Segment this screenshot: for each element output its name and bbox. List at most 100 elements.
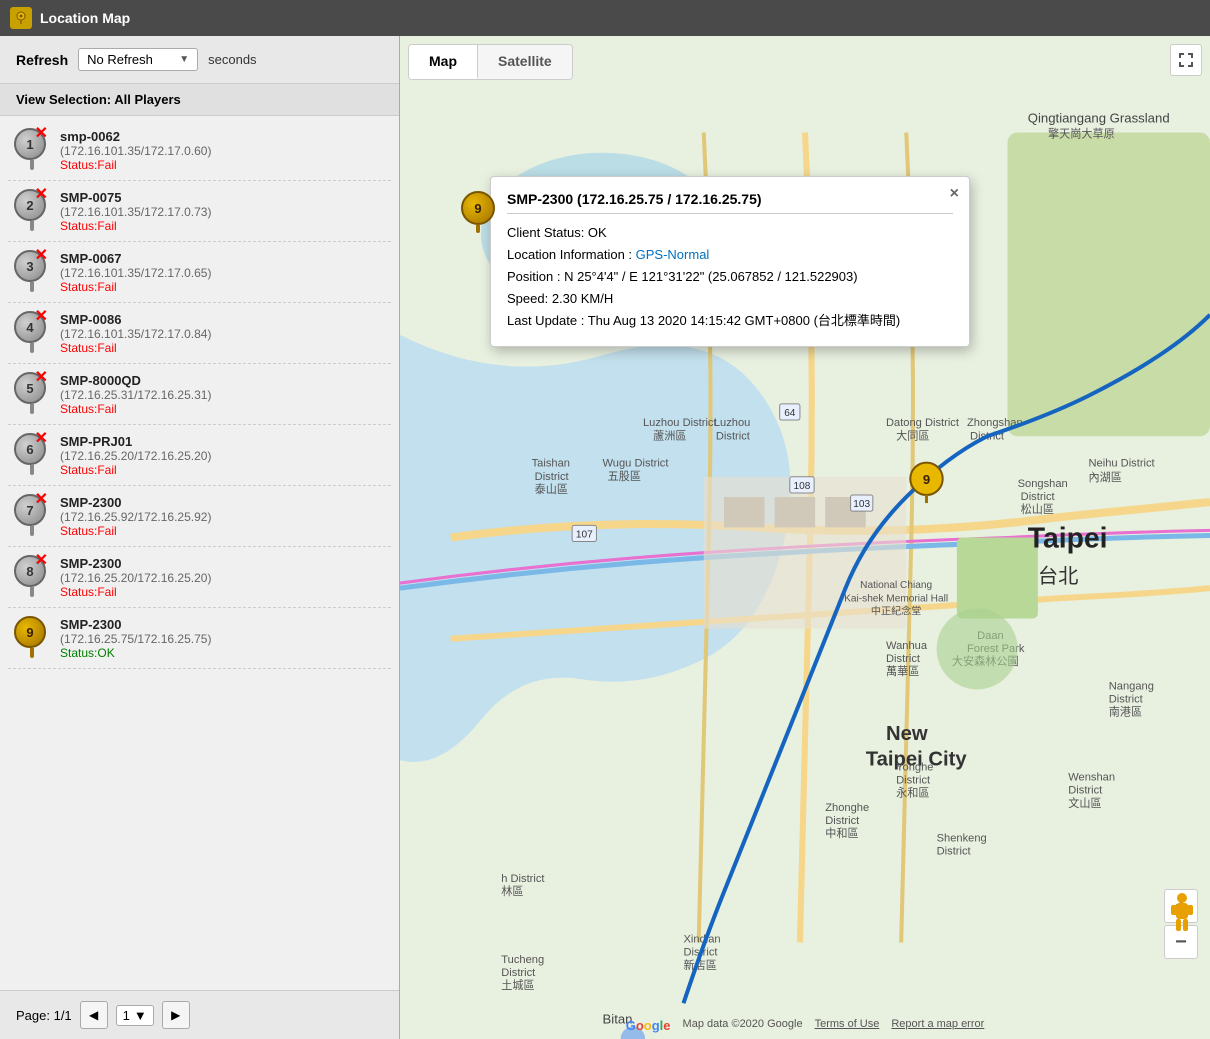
- player-item[interactable]: 1✕smp-0062(172.16.101.35/172.17.0.60)Sta…: [8, 120, 391, 181]
- svg-text:Zhonghe: Zhonghe: [825, 802, 869, 814]
- pin-body: 3✕: [14, 250, 46, 282]
- pin-container: 8✕: [14, 555, 50, 599]
- popup-close-button[interactable]: ×: [950, 185, 959, 203]
- player-status: Status:Fail: [60, 402, 385, 416]
- player-status: Status:Fail: [60, 158, 385, 172]
- player-item[interactable]: 8✕SMP-2300(172.16.25.20/172.16.25.20)Sta…: [8, 547, 391, 608]
- pin-body: 1✕: [14, 128, 46, 160]
- svg-text:108: 108: [794, 481, 811, 492]
- pin-tail: [30, 648, 34, 658]
- pin-container: 6✕: [14, 433, 50, 477]
- pin-body: 8✕: [14, 555, 46, 587]
- player-ip: (172.16.25.92/172.16.25.92): [60, 510, 385, 524]
- pin-body: 6✕: [14, 433, 46, 465]
- svg-text:泰山區: 泰山區: [535, 482, 568, 496]
- prev-page-button[interactable]: ◀: [80, 1001, 108, 1029]
- popup-speed: Speed: 2.30 KM/H: [507, 288, 953, 310]
- svg-text:南港區: 南港區: [1109, 706, 1142, 719]
- player-name: smp-0062: [60, 129, 385, 144]
- svg-text:永和區: 永和區: [896, 786, 929, 800]
- map-background[interactable]: Taipei 台北 New Taipei City Neihu District…: [400, 36, 1210, 1039]
- player-ip: (172.16.25.20/172.16.25.20): [60, 449, 385, 463]
- svg-text:Wenshan: Wenshan: [1068, 772, 1115, 784]
- player-item[interactable]: 3✕SMP-0067(172.16.101.35/172.17.0.65)Sta…: [8, 242, 391, 303]
- toolbar: Refresh No Refresh ▼ seconds: [0, 36, 399, 84]
- player-item[interactable]: 9SMP-2300(172.16.25.75/172.16.25.75)Stat…: [8, 608, 391, 669]
- player-name: SMP-8000QD: [60, 373, 385, 388]
- map-tab-map[interactable]: Map: [409, 45, 478, 79]
- terms-of-use-link[interactable]: Terms of Use: [815, 1018, 880, 1033]
- player-item[interactable]: 7✕ SMP-2300(172.16.25.92/172.16.25.92)Sta…: [8, 486, 391, 547]
- svg-text:Xindian: Xindian: [684, 934, 721, 946]
- page-select-arrow-icon: ▼: [134, 1008, 147, 1023]
- map-tab-satellite[interactable]: Satellite: [478, 45, 572, 79]
- player-item[interactable]: 5✕ SMP-8000QD(172.16.25.31/172.16.25.31)S…: [8, 364, 391, 425]
- svg-text:Songshan: Songshan: [1018, 478, 1068, 490]
- player-item[interactable]: 6✕SMP-PRJ01(172.16.25.20/172.16.25.20)St…: [8, 425, 391, 486]
- player-ip: (172.16.101.35/172.17.0.73): [60, 205, 385, 219]
- player-info: SMP-0075(172.16.101.35/172.17.0.73)Statu…: [60, 190, 385, 233]
- pegman-icon[interactable]: [1168, 892, 1196, 939]
- report-error-link[interactable]: Report a map error: [891, 1018, 984, 1033]
- pin-tail: [30, 465, 34, 475]
- pin-container: 7✕: [14, 494, 50, 538]
- player-info: SMP-0086(172.16.101.35/172.17.0.84)Statu…: [60, 312, 385, 355]
- pin-body: 5✕: [14, 372, 46, 404]
- next-page-button[interactable]: ▶: [162, 1001, 190, 1029]
- svg-text:蘆洲區: 蘆洲區: [653, 428, 686, 442]
- player-name: SMP-0075: [60, 190, 385, 205]
- pin-container: 1✕: [14, 128, 50, 172]
- popup-gps-status: GPS-Normal: [636, 247, 710, 262]
- popup-location-info: Location Information : GPS-Normal: [507, 244, 953, 266]
- dropdown-arrow-icon: ▼: [179, 54, 189, 65]
- refresh-dropdown[interactable]: No Refresh ▼: [78, 48, 198, 71]
- svg-text:64: 64: [784, 408, 796, 419]
- player-name: SMP-0067: [60, 251, 385, 266]
- player-status: Status:OK: [60, 646, 385, 660]
- pin-x-icon: ✕: [35, 309, 48, 325]
- popup-position: Position : N 25°4'4" / E 121°31'22" (25.…: [507, 266, 953, 288]
- svg-text:District: District: [716, 430, 751, 442]
- svg-text:台北: 台北: [1038, 565, 1079, 588]
- pin-x-icon: ✕: [35, 370, 48, 386]
- player-ip: (172.16.25.75/172.16.25.75): [60, 632, 385, 646]
- player-ip: (172.16.25.20/172.16.25.20): [60, 571, 385, 585]
- svg-text:Yonghe: Yonghe: [896, 761, 933, 773]
- pin-container: 3✕: [14, 250, 50, 294]
- pin-body: 4✕: [14, 311, 46, 343]
- svg-text:9: 9: [923, 472, 930, 487]
- svg-text:District: District: [501, 967, 536, 979]
- player-ip: (172.16.25.31/172.16.25.31): [60, 388, 385, 402]
- svg-text:District: District: [937, 845, 972, 857]
- fullscreen-button[interactable]: [1170, 44, 1202, 76]
- popup-body: Client Status: OK Location Information :…: [507, 222, 953, 332]
- player-name: SMP-PRJ01: [60, 434, 385, 449]
- svg-text:Tucheng: Tucheng: [501, 954, 544, 966]
- player-status: Status:Fail: [60, 341, 385, 355]
- map-copyright: Map data ©2020 Google: [683, 1018, 803, 1033]
- player-ip: (172.16.101.35/172.17.0.65): [60, 266, 385, 280]
- svg-text:內湖區: 內湖區: [1089, 471, 1122, 484]
- player-item[interactable]: 2✕SMP-0075(172.16.101.35/172.17.0.73)Sta…: [8, 181, 391, 242]
- refresh-label: Refresh: [16, 52, 68, 68]
- svg-text:Wanhua: Wanhua: [886, 640, 928, 652]
- svg-text:Taishan: Taishan: [532, 458, 570, 470]
- svg-text:Kai-shek Memorial Hall: Kai-shek Memorial Hall: [844, 593, 948, 604]
- pin-x-icon: ✕: [35, 492, 48, 508]
- player-status: Status:Fail: [60, 524, 385, 538]
- svg-text:District: District: [886, 653, 921, 665]
- popup-last-update: Last Update : Thu Aug 13 2020 14:15:42 G…: [507, 310, 953, 332]
- player-item[interactable]: 4✕ SMP-0086(172.16.101.35/172.17.0.84)Sta…: [8, 303, 391, 364]
- svg-text:大同區: 大同區: [896, 428, 929, 442]
- pin-container: 2✕: [14, 189, 50, 233]
- app-icon: [10, 7, 32, 29]
- svg-text:Qingtiangang Grassland: Qingtiangang Grassland: [1028, 110, 1170, 125]
- page-select[interactable]: 1 ▼: [116, 1005, 154, 1026]
- svg-text:松山區: 松山區: [1021, 502, 1054, 516]
- pin-tail: [30, 160, 34, 170]
- svg-text:District: District: [896, 775, 931, 787]
- pin-tail: [30, 282, 34, 292]
- left-panel: Refresh No Refresh ▼ seconds View Select…: [0, 36, 400, 1039]
- player-name: SMP-2300: [60, 495, 385, 510]
- page-number: 1: [123, 1008, 130, 1023]
